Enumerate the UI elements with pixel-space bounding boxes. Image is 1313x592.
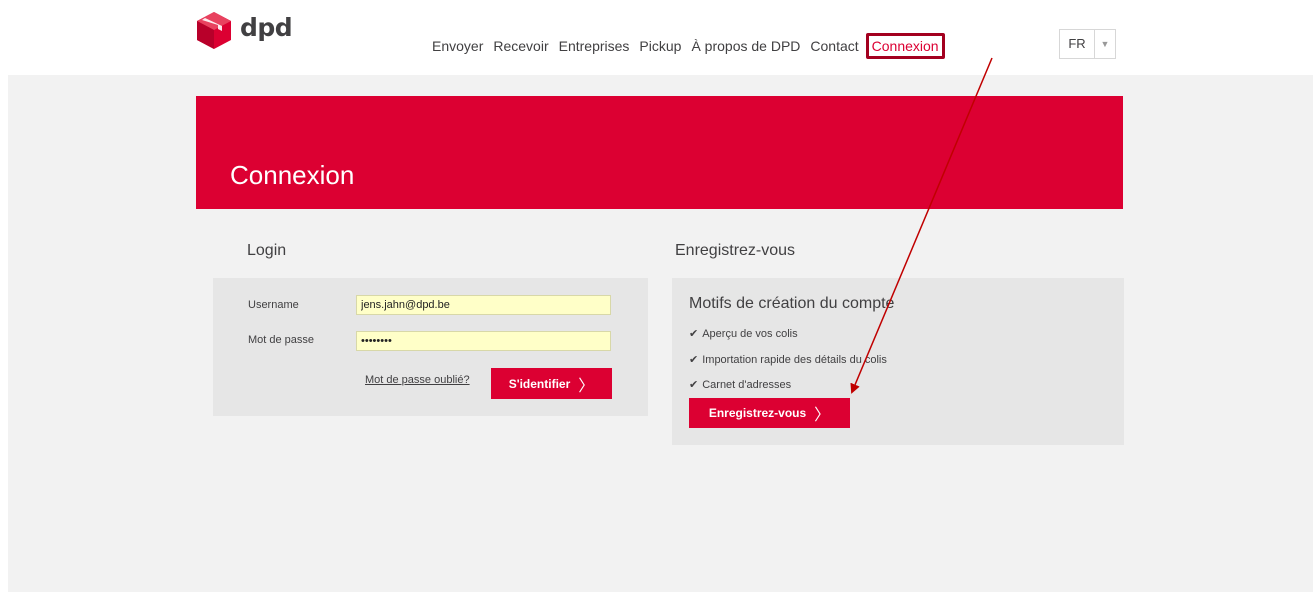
password-input[interactable] bbox=[356, 331, 611, 351]
username-label: Username bbox=[248, 299, 299, 311]
dpd-cube-icon bbox=[197, 12, 231, 49]
nav-pickup[interactable]: Pickup bbox=[639, 38, 681, 54]
reason-item: ✔ Importation rapide des détails du coli… bbox=[689, 353, 887, 367]
language-select[interactable]: FR ▼ bbox=[1059, 29, 1116, 59]
nav-envoyer[interactable]: Envoyer bbox=[432, 38, 483, 54]
register-section-title: Enregistrez-vous bbox=[675, 242, 796, 259]
page-title: Connexion bbox=[230, 160, 355, 190]
forgot-password-link[interactable]: Mot de passe oublié? bbox=[365, 374, 470, 386]
main-nav: Envoyer Recevoir Entreprises Pickup À pr… bbox=[432, 33, 949, 59]
nav-contact[interactable]: Contact bbox=[810, 38, 858, 54]
logo-wordmark: dpd bbox=[240, 12, 293, 42]
reason-text: Importation rapide des détails du colis bbox=[702, 353, 887, 366]
reason-text: Aperçu de vos colis bbox=[702, 327, 798, 340]
chevron-right-icon: 〉 bbox=[814, 407, 831, 424]
nav-connexion[interactable]: Connexion bbox=[865, 33, 945, 59]
register-panel: Motifs de création du compte ✔ Aperçu de… bbox=[672, 278, 1124, 445]
nav-entreprises[interactable]: Entreprises bbox=[559, 38, 630, 54]
username-input[interactable] bbox=[356, 295, 611, 315]
check-icon: ✔ bbox=[689, 328, 699, 340]
check-icon: ✔ bbox=[689, 379, 699, 391]
login-section-title: Login bbox=[247, 242, 287, 259]
password-label: Mot de passe bbox=[248, 334, 315, 346]
reason-item: ✔ Carnet d'adresses bbox=[689, 378, 792, 392]
check-icon: ✔ bbox=[689, 354, 699, 366]
register-heading: Motifs de création du compte bbox=[689, 295, 895, 312]
login-button-label: S'identifier bbox=[508, 376, 571, 391]
site-header: dpd Envoyer Recevoir Entreprises Pickup … bbox=[0, 0, 1313, 75]
chevron-right-icon: 〉 bbox=[578, 377, 595, 395]
login-button[interactable]: S'identifier 〉 bbox=[491, 368, 612, 399]
register-button[interactable]: Enregistrez-vous 〉 bbox=[689, 398, 850, 428]
language-code: FR bbox=[1060, 30, 1095, 58]
login-form: Username Mot de passe Mot de passe oubli… bbox=[213, 278, 648, 416]
reason-text: Carnet d'adresses bbox=[702, 378, 792, 391]
nav-recevoir[interactable]: Recevoir bbox=[493, 38, 548, 54]
chevron-down-icon: ▼ bbox=[1100, 39, 1110, 49]
page-banner: Connexion bbox=[196, 96, 1123, 209]
nav-a-propos[interactable]: À propos de DPD bbox=[691, 38, 800, 54]
dpd-logo[interactable]: dpd bbox=[194, 10, 293, 50]
register-button-label: Enregistrez-vous bbox=[708, 406, 807, 420]
reason-item: ✔ Aperçu de vos colis bbox=[689, 327, 798, 341]
